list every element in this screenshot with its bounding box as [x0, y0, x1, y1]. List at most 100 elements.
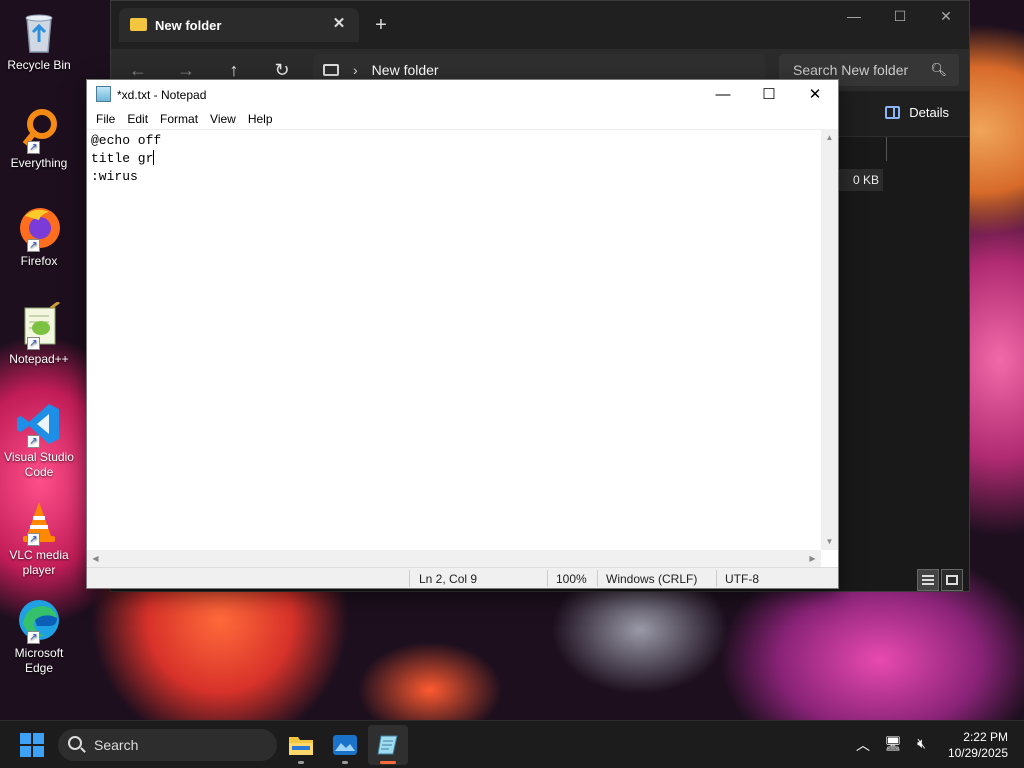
column-divider[interactable]	[886, 137, 887, 161]
close-icon[interactable]: ✕	[923, 1, 969, 31]
maximize-icon[interactable]: ☐	[746, 80, 792, 109]
desktop-icon-label: Firefox	[20, 254, 58, 268]
search-placeholder: Search New folder	[793, 62, 909, 78]
vlc-icon: ↗	[15, 498, 63, 546]
shortcut-arrow-icon: ↗	[27, 337, 40, 350]
breadcrumb-new-folder[interactable]: New folder	[372, 62, 439, 78]
running-indicator	[298, 761, 304, 764]
taskbar-photos[interactable]	[325, 725, 365, 765]
vertical-scrollbar[interactable]: ▲ ▼	[821, 129, 838, 550]
desktop-icon-label: Recycle Bin	[7, 58, 71, 72]
network-icon[interactable]: 🖥︎	[884, 735, 902, 752]
maximize-icon[interactable]: ☐	[877, 1, 923, 31]
menu-format[interactable]: Format	[154, 112, 204, 126]
scroll-right-icon[interactable]: ▶	[804, 550, 821, 567]
vscode-icon: ↗	[15, 400, 63, 448]
start-button[interactable]	[20, 733, 44, 757]
desktop-icon-label: Everything	[10, 156, 68, 170]
menu-view[interactable]: View	[204, 112, 242, 126]
new-tab-button[interactable]: +	[369, 13, 393, 37]
chevron-right-icon[interactable]: ›	[353, 62, 358, 78]
desktop-icon-notepad-plus-plus[interactable]: ↗ Notepad++	[2, 300, 76, 367]
taskbar: Search ︿ 🖥︎ 🔇︎ 2:22 PM 10/29/2025	[0, 720, 1024, 768]
text-caret	[153, 150, 155, 165]
minimize-icon[interactable]: —	[700, 80, 746, 109]
details-view-button[interactable]	[917, 569, 939, 591]
status-divider	[716, 570, 717, 587]
folder-icon	[130, 18, 147, 31]
this-pc-icon	[323, 64, 339, 76]
text-line-with-caret: title gr	[91, 150, 817, 168]
explorer-window-controls: — ☐ ✕	[831, 1, 969, 31]
taskbar-file-explorer[interactable]	[281, 725, 321, 765]
menu-file[interactable]: File	[90, 112, 121, 126]
desktop-icon-recycle-bin[interactable]: Recycle Bin	[2, 8, 76, 73]
notepad-app-icon	[96, 86, 111, 102]
everything-search-icon: ↗	[15, 106, 63, 154]
volume-muted-icon[interactable]: 🔇︎	[917, 735, 926, 752]
photos-icon	[333, 735, 357, 755]
details-label: Details	[909, 105, 949, 120]
details-pane-button[interactable]: Details	[885, 105, 949, 120]
status-divider	[597, 570, 598, 587]
firefox-icon: ↗	[15, 204, 63, 252]
notepad-icon	[377, 735, 398, 755]
text-line: @echo off	[91, 133, 162, 148]
file-explorer-icon	[289, 737, 313, 755]
scroll-down-icon[interactable]: ▼	[821, 533, 838, 550]
running-indicator	[342, 761, 348, 764]
notepad-title: *xd.txt - Notepad	[117, 87, 207, 102]
desktop-icon-vscode[interactable]: ↗ Visual Studio Code	[2, 400, 76, 480]
taskbar-notepad[interactable]	[368, 725, 408, 765]
file-size-cell: 0 KB	[839, 169, 883, 191]
notepad-window[interactable]: *xd.txt - Notepad — ☐ ✕ File Edit Format…	[86, 79, 839, 589]
minimize-icon[interactable]: —	[831, 1, 877, 31]
chevron-up-icon[interactable]: ︿	[856, 735, 870, 755]
view-toggles	[917, 569, 963, 591]
notepad-menu-bar: File Edit Format View Help	[87, 109, 838, 129]
desktop-icon-label: Microsoft Edge	[14, 646, 64, 675]
horizontal-scrollbar[interactable]: ◀ ▶	[87, 550, 821, 567]
close-icon[interactable]: ✕	[792, 80, 838, 109]
encoding: UTF-8	[725, 572, 759, 586]
scroll-up-icon[interactable]: ▲	[821, 129, 838, 146]
status-divider	[409, 570, 410, 587]
tiles-view-button[interactable]	[941, 569, 963, 591]
windows-logo-icon	[20, 733, 31, 744]
taskbar-search-label: Search	[94, 737, 139, 753]
status-divider	[547, 570, 548, 587]
clock[interactable]: 2:22 PM 10/29/2025	[948, 729, 1008, 761]
shortcut-arrow-icon: ↗	[27, 631, 40, 644]
tiles-view-icon	[946, 575, 958, 585]
notepad-status-bar: Ln 2, Col 9 100% Windows (CRLF) UTF-8	[87, 567, 838, 588]
shortcut-arrow-icon: ↗	[27, 141, 40, 154]
line-ending: Windows (CRLF)	[606, 572, 698, 586]
active-indicator	[380, 761, 396, 764]
desktop-icon-label: Visual Studio Code	[4, 450, 74, 479]
menu-edit[interactable]: Edit	[121, 112, 154, 126]
shortcut-arrow-icon: ↗	[27, 435, 40, 448]
notepad-title-bar[interactable]: *xd.txt - Notepad — ☐ ✕	[87, 80, 838, 109]
desktop-icon-vlc[interactable]: ↗ VLC media player	[2, 498, 76, 578]
desktop-icon-firefox[interactable]: ↗ Firefox	[2, 204, 76, 269]
scroll-left-icon[interactable]: ◀	[87, 550, 104, 567]
menu-help[interactable]: Help	[242, 112, 279, 126]
notepad-text-area[interactable]: @echo off title gr :wirus	[87, 129, 821, 550]
edge-icon: ↗	[15, 596, 63, 644]
search-icon: 🔍︎	[930, 62, 947, 77]
notepad-plus-plus-icon: ↗	[15, 300, 63, 350]
close-tab-icon[interactable]: ✕	[329, 14, 349, 34]
notepad-window-controls: — ☐ ✕	[700, 80, 838, 109]
desktop-icon-edge[interactable]: ↗ Microsoft Edge	[2, 596, 76, 676]
search-icon	[68, 736, 82, 750]
desktop-icon-label: Notepad++	[9, 352, 69, 366]
taskbar-search[interactable]: Search	[58, 729, 277, 761]
text-line: title gr	[91, 151, 154, 166]
explorer-tab-title: New folder	[155, 17, 222, 33]
explorer-tab[interactable]: New folder ✕	[119, 8, 359, 42]
shortcut-arrow-icon: ↗	[27, 533, 40, 546]
cursor-position: Ln 2, Col 9	[419, 572, 478, 586]
desktop-icon-everything[interactable]: ↗ Everything	[2, 106, 76, 171]
text-line: :wirus	[91, 169, 138, 184]
clock-date: 10/29/2025	[947, 746, 1008, 760]
